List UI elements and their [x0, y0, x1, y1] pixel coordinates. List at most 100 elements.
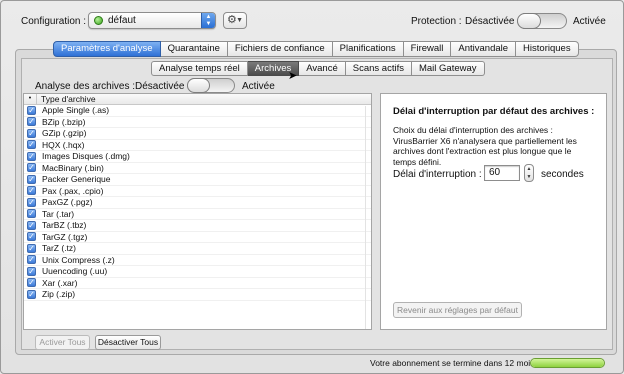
archive-type-label: Apple Single (.as) — [42, 105, 110, 116]
checkbox-checked-icon[interactable]: ✓ — [27, 186, 36, 196]
list-item[interactable]: ✓ GZip (.gzip) — [24, 128, 371, 140]
timeout-panel: Délai d'interruption par défaut des arch… — [380, 93, 607, 330]
mouse-cursor-icon: ➤ — [288, 70, 298, 82]
protection-toggle[interactable] — [517, 13, 567, 29]
archive-type-label: PaxGZ (.pgz) — [42, 197, 93, 208]
top-bar: Configuration : défaut ▲ ▼ ⚙ ▼ Protection … — [1, 1, 623, 41]
checkbox-checked-icon[interactable]: ✓ — [27, 151, 36, 161]
list-item[interactable]: ✓ Xar (.xar) — [24, 277, 371, 289]
subscription-status: Votre abonnement se termine dans 12 mois — [370, 358, 535, 368]
list-item[interactable]: ✓ Tar (.tar) — [24, 208, 371, 220]
subscription-progress-fill — [531, 359, 604, 367]
archive-type-label: TarZ (.tz) — [42, 243, 76, 254]
protection-on-label: Activée — [573, 16, 606, 27]
list-header: • Type d'archive — [24, 94, 371, 105]
timeout-description: Choix du délai d'interruption des archiv… — [393, 125, 577, 167]
delay-stepper[interactable]: ▲ ▼ — [524, 164, 534, 182]
checkbox-checked-icon[interactable]: ✓ — [27, 278, 36, 288]
checkbox-checked-icon[interactable]: ✓ — [27, 232, 36, 242]
list-item[interactable]: ✓ Pax (.pax, .cpio) — [24, 186, 371, 197]
configuration-select[interactable]: défaut ▲ ▼ — [88, 12, 216, 29]
gear-menu-button[interactable]: ⚙ ▼ — [223, 12, 247, 29]
list-item[interactable]: ✓ Packer Generique — [24, 174, 371, 186]
archive-scan-toggle[interactable] — [187, 78, 235, 93]
main-tab-bar: Paramètres d'analyse Quarantaine Fichier… — [53, 41, 579, 57]
checkbox-checked-icon[interactable]: ✓ — [27, 117, 36, 127]
checkbox-checked-icon[interactable]: ✓ — [27, 220, 36, 230]
archive-type-label: Packer Generique — [42, 174, 111, 185]
archive-type-label: BZip (.bzip) — [42, 116, 86, 127]
checkbox-checked-icon[interactable]: ✓ — [27, 163, 36, 173]
enable-all-button[interactable]: Activer Tous — [35, 335, 90, 350]
caret-down-icon: ▼ — [236, 17, 243, 24]
list-item[interactable]: ✓ Images Disques (.dmg) — [24, 151, 371, 163]
subtab-scans-actifs[interactable]: Scans actifs — [345, 61, 412, 76]
header-check-column[interactable]: • — [24, 94, 37, 104]
tab-planifications[interactable]: Planifications — [332, 41, 404, 57]
tab-quarantaine[interactable]: Quarantaine — [160, 41, 228, 57]
configuration-value: défaut — [108, 15, 136, 26]
checkbox-checked-icon[interactable]: ✓ — [27, 174, 36, 184]
archive-off-label: Désactivée — [135, 81, 185, 92]
checkbox-checked-icon[interactable]: ✓ — [27, 128, 36, 138]
checkbox-checked-icon[interactable]: ✓ — [27, 243, 36, 253]
archive-scan-label: Analyse des archives : — [35, 81, 136, 92]
list-item[interactable]: ✓ Uuencoding (.uu) — [24, 266, 371, 278]
stepper-up-icon: ▲ — [526, 166, 532, 172]
configuration-label: Configuration : — [21, 16, 87, 27]
checkbox-checked-icon[interactable]: ✓ — [27, 105, 36, 115]
archive-type-label: Zip (.zip) — [42, 289, 76, 300]
list-item[interactable]: ✓ Apple Single (.as) — [24, 105, 371, 117]
subtab-mail-gateway[interactable]: Mail Gateway — [411, 61, 485, 76]
list-item[interactable]: ✓ BZip (.bzip) — [24, 116, 371, 128]
subtab-avance[interactable]: Avancé — [299, 61, 346, 76]
checkbox-checked-icon[interactable]: ✓ — [27, 266, 36, 276]
archive-type-label: MacBinary (.bin) — [42, 162, 104, 173]
list-item[interactable]: ✓ TarBZ (.tbz) — [24, 220, 371, 232]
checkbox-checked-icon[interactable]: ✓ — [27, 197, 36, 207]
tab-antivandale[interactable]: Antivandale — [451, 41, 517, 57]
list-item[interactable]: ✓ Unix Compress (.z) — [24, 254, 371, 266]
checkbox-checked-icon[interactable]: ✓ — [27, 289, 36, 299]
protection-label: Protection : — [411, 16, 462, 27]
header-archive-type[interactable]: Type d'archive — [37, 94, 96, 104]
list-item[interactable]: ✓ MacBinary (.bin) — [24, 162, 371, 174]
select-arrows-icon: ▲ ▼ — [201, 13, 215, 28]
checkbox-checked-icon[interactable]: ✓ — [27, 209, 36, 219]
archive-type-label: Unix Compress (.z) — [42, 254, 115, 265]
disable-all-button[interactable]: Désactiver Tous — [95, 335, 161, 350]
stepper-down-icon: ▼ — [526, 174, 532, 180]
status-green-icon — [94, 16, 103, 25]
timeout-title: Délai d'interruption par défaut des arch… — [393, 106, 595, 117]
archive-type-label: TarBZ (.tbz) — [42, 220, 87, 231]
tab-firewall[interactable]: Firewall — [403, 41, 452, 57]
list-item[interactable]: ✓ HQX (.hqx) — [24, 139, 371, 151]
app-window: Configuration : défaut ▲ ▼ ⚙ ▼ Protection … — [0, 0, 624, 374]
tab-historiques[interactable]: Historiques — [516, 41, 579, 57]
archive-type-label: Uuencoding (.uu) — [42, 266, 108, 277]
delay-input[interactable]: 60 — [484, 165, 520, 181]
archive-type-label: HQX (.hqx) — [42, 139, 85, 150]
subtab-analyse-temps-reel[interactable]: Analyse temps réel — [151, 61, 248, 76]
reset-defaults-button[interactable]: Revenir aux réglages par défaut — [393, 302, 522, 318]
archive-type-label: Xar (.xar) — [42, 277, 78, 288]
archive-type-label: Images Disques (.dmg) — [42, 151, 130, 162]
archive-type-label: TarGZ (.tgz) — [42, 231, 88, 242]
archive-type-label: GZip (.gzip) — [42, 128, 87, 139]
subscription-progress-bar — [530, 358, 605, 368]
archive-on-label: Activée — [242, 81, 275, 92]
list-item[interactable]: ✓ TarZ (.tz) — [24, 243, 371, 255]
list-item[interactable]: ✓ TarGZ (.tgz) — [24, 231, 371, 243]
checkbox-checked-icon[interactable]: ✓ — [27, 255, 36, 265]
delay-label: Délai d'interruption : — [393, 169, 482, 180]
archive-type-label: Tar (.tar) — [42, 208, 75, 219]
checkbox-checked-icon[interactable]: ✓ — [27, 140, 36, 150]
archive-type-list[interactable]: • Type d'archive ✓ Apple Single (.as) ✓ BZi… — [23, 93, 372, 330]
protection-off-label: Désactivée — [465, 16, 515, 27]
list-item[interactable]: ✓ Zip (.zip) — [24, 289, 371, 301]
tab-parametres-analyse[interactable]: Paramètres d'analyse — [53, 41, 161, 57]
list-item[interactable]: ✓ PaxGZ (.pgz) — [24, 197, 371, 209]
toggle-knob — [517, 13, 541, 29]
list-scrollbar[interactable] — [365, 106, 371, 329]
tab-fichiers-confiance[interactable]: Fichiers de confiance — [227, 41, 333, 57]
